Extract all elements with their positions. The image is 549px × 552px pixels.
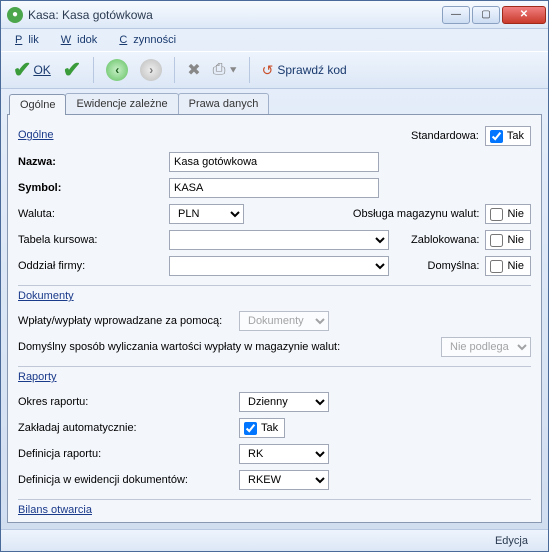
label-domyslny-sposob: Domyślny sposób wyliczania wartości wypł… (18, 341, 435, 353)
group-dokumenty: Dokumenty (18, 290, 531, 302)
app-icon: ● (7, 7, 23, 23)
symbol-input[interactable] (169, 178, 379, 198)
menubar: Plik Widok Czynności (1, 29, 548, 51)
group-ogolne: Ogólne (18, 129, 53, 141)
nazwa-input[interactable] (169, 152, 379, 172)
standardowa-checkbox[interactable]: Tak (485, 126, 531, 146)
waluta-select[interactable]: PLN (169, 204, 244, 224)
group-bilans: Bilans otwarcia (18, 504, 531, 516)
arrow-left-icon: ‹ (106, 59, 128, 81)
toolbar: ✔ OK ✔ ‹ › ✖ ⎙ ▾ ↺ Sprawdź kod (1, 51, 548, 89)
group-raporty: Raporty (18, 371, 531, 383)
label-oddzial: Oddział firmy: (18, 260, 163, 272)
label-waluta: Waluta: (18, 208, 163, 220)
check-icon: ✔ (63, 57, 81, 83)
zablokowana-checkbox[interactable]: Nie (485, 230, 531, 250)
forward-button[interactable]: › (136, 56, 166, 84)
label-def-ewid: Definicja w ewidencji dokumentów: (18, 474, 233, 486)
tools-button[interactable]: ✖ (183, 56, 204, 84)
tab-content: Ogólne Standardowa: Tak Nazwa: Symbol: W… (7, 114, 542, 523)
tab-ogolne[interactable]: Ogólne (9, 94, 66, 115)
separator (249, 57, 250, 83)
close-button[interactable]: ✕ (502, 6, 546, 24)
zablokowana-check-input[interactable] (490, 234, 503, 247)
label-okres: Okres raportu: (18, 396, 233, 408)
print-button[interactable]: ⎙ ▾ (209, 56, 241, 84)
oddzial-select[interactable] (169, 256, 389, 276)
domyslna-check-input[interactable] (490, 260, 503, 273)
tabela-select[interactable] (169, 230, 389, 250)
standardowa-check-input[interactable] (490, 130, 503, 143)
menu-widok[interactable]: Widok (55, 32, 110, 48)
tools-icon: ✖ (187, 60, 200, 80)
label-obsluga: Obsługa magazynu walut: (353, 208, 480, 220)
label-zablokowana: Zablokowana: (411, 234, 480, 246)
back-button[interactable]: ‹ (102, 56, 132, 84)
sprawdz-kod-button[interactable]: ↺ Sprawdź kod (258, 56, 351, 84)
domyslny-sposob-select[interactable]: Nie podlega (441, 337, 531, 357)
zakladaj-checkbox[interactable]: Tak (239, 418, 285, 438)
print-icon: ⎙ ▾ (213, 61, 237, 79)
tab-ewidencje[interactable]: Ewidencje zależne (65, 93, 178, 114)
okres-select[interactable]: Dzienny (239, 392, 329, 412)
window-title: Kasa: Kasa gotówkowa (28, 8, 442, 22)
obsluga-checkbox[interactable]: Nie (485, 204, 531, 224)
menu-czynnosci[interactable]: Czynności (113, 32, 188, 48)
swirl-icon: ↺ (262, 62, 274, 79)
tab-prawa[interactable]: Prawa danych (178, 93, 270, 114)
titlebar: ● Kasa: Kasa gotówkowa — ▢ ✕ (1, 1, 548, 29)
label-nazwa: Nazwa: (18, 156, 163, 168)
separator (174, 57, 175, 83)
maximize-button[interactable]: ▢ (472, 6, 500, 24)
status-text: Edycja (495, 535, 528, 547)
check-icon: ✔ (13, 57, 31, 83)
label-wplaty: Wpłaty/wypłaty wprowadzane za pomocą: (18, 315, 233, 327)
def-rap-select[interactable]: RK (239, 444, 329, 464)
statusbar: Edycja (1, 529, 548, 551)
confirm-button[interactable]: ✔ (59, 56, 85, 84)
label-zakladaj: Zakładaj automatycznie: (18, 422, 233, 434)
domyslna-checkbox[interactable]: Nie (485, 256, 531, 276)
label-domyslna: Domyślna: (428, 260, 480, 272)
separator (93, 57, 94, 83)
obsluga-check-input[interactable] (490, 208, 503, 221)
minimize-button[interactable]: — (442, 6, 470, 24)
menu-plik[interactable]: Plik (9, 32, 51, 48)
tabbar: Ogólne Ewidencje zależne Prawa danych (1, 89, 548, 114)
label-tabela: Tabela kursowa: (18, 234, 163, 246)
wplaty-select[interactable]: Dokumenty (239, 311, 329, 331)
label-def-rap: Definicja raportu: (18, 448, 233, 460)
def-ewid-select[interactable]: RKEW (239, 470, 329, 490)
label-standardowa: Standardowa: (411, 130, 479, 142)
arrow-right-icon: › (140, 59, 162, 81)
window: ● Kasa: Kasa gotówkowa — ▢ ✕ Plik Widok … (0, 0, 549, 552)
ok-button[interactable]: ✔ OK (9, 56, 55, 84)
label-symbol: Symbol: (18, 182, 163, 194)
zakladaj-check-input[interactable] (244, 422, 257, 435)
